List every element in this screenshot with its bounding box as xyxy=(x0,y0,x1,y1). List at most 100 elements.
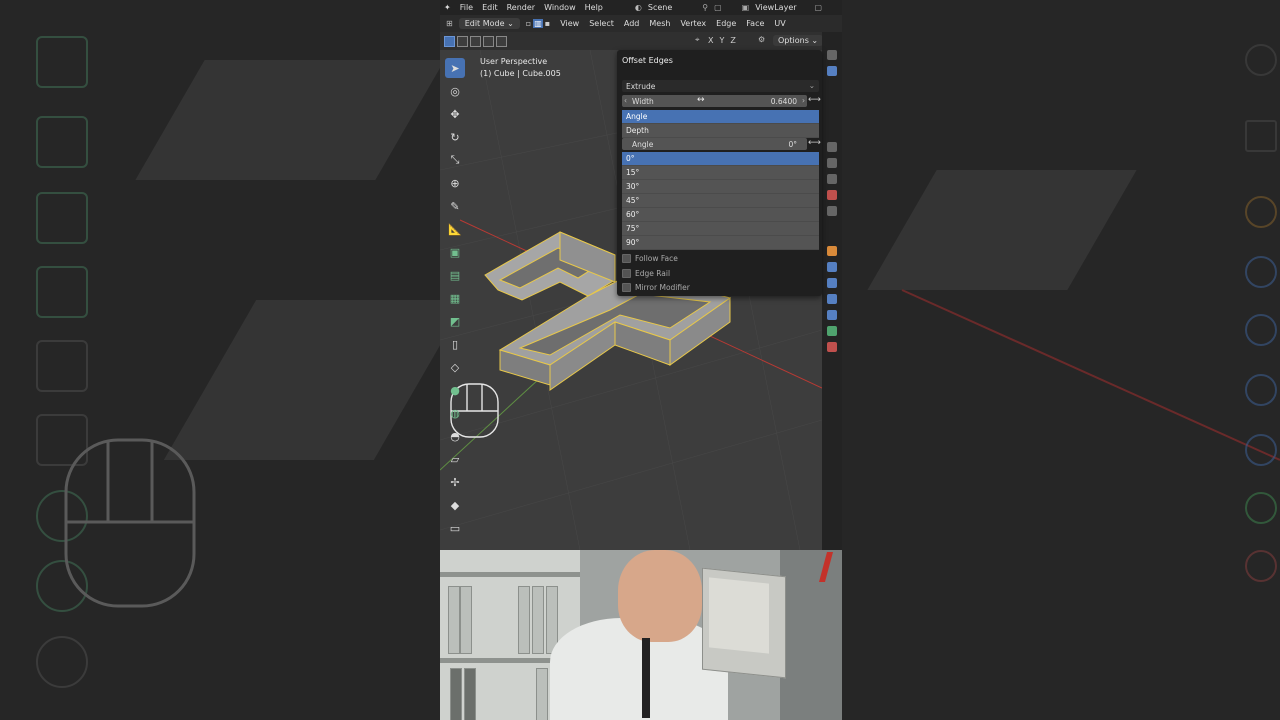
new-view-layer-icon[interactable]: ▢ xyxy=(815,3,823,12)
texture-tab-icon[interactable] xyxy=(827,206,837,216)
physics-tab-icon[interactable] xyxy=(827,294,837,304)
data-tab-icon[interactable] xyxy=(827,326,837,336)
header-add[interactable]: Add xyxy=(624,19,640,28)
bevel-tool-icon[interactable]: ◩ xyxy=(445,311,465,331)
edge-slide-tool-icon[interactable]: ▱ xyxy=(445,449,465,469)
select-invert-icon[interactable] xyxy=(483,36,494,47)
editor-type-icon[interactable]: ⊞ xyxy=(446,19,453,28)
scale-tool-icon[interactable]: ⤡ xyxy=(445,150,465,170)
angle-preset-60[interactable]: 60° xyxy=(622,208,819,222)
inset-tool-icon[interactable]: ▦ xyxy=(445,288,465,308)
mode-dropdown[interactable]: Edit Mode ⌄ xyxy=(458,18,520,29)
add-cube-tool-icon[interactable]: ▣ xyxy=(445,242,465,262)
menu-edit[interactable]: Edit xyxy=(482,3,498,12)
smooth-tool-icon[interactable]: ◓ xyxy=(445,426,465,446)
header-mesh[interactable]: Mesh xyxy=(649,19,670,28)
material-tab-icon[interactable] xyxy=(827,342,837,352)
width-link-icon[interactable]: ⟷ xyxy=(808,95,821,105)
header-view[interactable]: View xyxy=(560,19,579,28)
checkbox-box[interactable] xyxy=(622,269,631,278)
pin-icon[interactable]: ⚲ xyxy=(702,3,708,12)
scene-name[interactable]: Scene xyxy=(648,3,672,12)
checkbox-box[interactable] xyxy=(622,283,631,292)
world-tab-icon[interactable] xyxy=(827,174,837,184)
angle-preset-90[interactable]: 90° xyxy=(622,236,819,250)
select-box-tool-icon[interactable]: ➤ xyxy=(445,58,465,78)
blender-logo-icon[interactable]: ✦ xyxy=(444,3,451,12)
cursor-tool-icon[interactable]: ◎ xyxy=(445,81,465,101)
angle-preset-45[interactable]: 45° xyxy=(622,194,819,208)
header-select[interactable]: Select xyxy=(589,19,614,28)
particles-tab-icon[interactable] xyxy=(827,278,837,288)
decrement-arrow-icon[interactable]: ‹ xyxy=(624,96,627,105)
header-vertex[interactable]: Vertex xyxy=(680,19,706,28)
header-uv[interactable]: UV xyxy=(774,19,785,28)
angle-preset-75[interactable]: 75° xyxy=(622,222,819,236)
move-tool-icon[interactable]: ✥ xyxy=(445,104,465,124)
extrude-tool-icon[interactable]: ▤ xyxy=(445,265,465,285)
header-edge[interactable]: Edge xyxy=(716,19,736,28)
angle-slider[interactable]: Angle 0° xyxy=(622,138,807,150)
collection-tab-icon[interactable] xyxy=(827,190,837,200)
loop-cut-tool-icon[interactable]: ▯ xyxy=(445,334,465,354)
angle-preset-30[interactable]: 30° xyxy=(622,180,819,194)
mode-option-angle[interactable]: Angle xyxy=(622,110,819,124)
poly-build-tool-icon[interactable]: ● xyxy=(445,380,465,400)
face-select-icon[interactable]: ▪ xyxy=(545,19,550,28)
ghost-smooth-icon xyxy=(36,636,88,688)
measure-tool-icon[interactable]: 📐 xyxy=(445,219,465,239)
annotate-tool-icon[interactable]: ✎ xyxy=(445,196,465,216)
view-layer-tab-icon[interactable] xyxy=(827,142,837,152)
width-slider[interactable]: ‹ Width 0.6400 › ↔ xyxy=(622,95,807,107)
rotate-tool-icon[interactable]: ↻ xyxy=(445,127,465,147)
shear-tool-icon[interactable]: ◆ xyxy=(445,495,465,515)
view-layer-name[interactable]: ViewLayer xyxy=(755,3,796,12)
edge-select-icon[interactable]: ▥ xyxy=(533,19,543,28)
mirror-y-toggle[interactable]: Y xyxy=(719,36,724,45)
render-tab-icon[interactable] xyxy=(827,50,837,60)
transform-pivot-icon[interactable]: ⌖ xyxy=(695,35,700,45)
width-label: Width xyxy=(632,97,654,106)
output-tab-icon[interactable] xyxy=(827,66,837,76)
menu-help[interactable]: Help xyxy=(585,3,603,12)
new-scene-icon[interactable]: ▢ xyxy=(714,3,722,12)
mesh-options-icon[interactable]: ⚙ xyxy=(758,35,765,44)
angle-preset-0[interactable]: 0° xyxy=(622,152,819,166)
angle-preset-15[interactable]: 15° xyxy=(622,166,819,180)
mirror-x-toggle[interactable]: X xyxy=(708,36,713,45)
options-dropdown[interactable]: Options ⌄ xyxy=(773,35,824,46)
mirror-modifier-checkbox[interactable]: Mirror Modifier xyxy=(622,283,690,292)
increment-arrow-icon[interactable]: › xyxy=(802,96,805,105)
scene-tab-icon[interactable] xyxy=(827,158,837,168)
header-face[interactable]: Face xyxy=(746,19,764,28)
select-intersect-icon[interactable] xyxy=(496,36,507,47)
modifier-tab-icon[interactable] xyxy=(827,262,837,272)
menu-file[interactable]: File xyxy=(460,3,473,12)
shrink-tool-icon[interactable]: ✢ xyxy=(445,472,465,492)
angle-preset-list: 0° 15° 30° 45° 60° 75° 90° xyxy=(622,152,819,250)
constraints-tab-icon[interactable] xyxy=(827,310,837,320)
object-tab-icon[interactable] xyxy=(827,246,837,256)
menu-window[interactable]: Window xyxy=(544,3,576,12)
follow-face-checkbox[interactable]: Follow Face xyxy=(622,254,678,263)
transform-tool-icon[interactable]: ⊕ xyxy=(445,173,465,193)
checkbox-box[interactable] xyxy=(622,254,631,263)
vertex-select-icon[interactable]: ▫ xyxy=(526,19,531,28)
select-new-icon[interactable] xyxy=(444,36,455,47)
select-extend-icon[interactable] xyxy=(457,36,468,47)
select-subtract-icon[interactable] xyxy=(470,36,481,47)
shelf-board xyxy=(440,572,580,577)
menu-render[interactable]: Render xyxy=(507,3,535,12)
knife-tool-icon[interactable]: ◇ xyxy=(445,357,465,377)
mirror-z-toggle[interactable]: Z xyxy=(730,36,735,45)
spin-tool-icon[interactable]: ◍ xyxy=(445,403,465,423)
scene-icon[interactable]: ◐ xyxy=(635,3,642,12)
mirror-modifier-label: Mirror Modifier xyxy=(635,283,690,292)
angle-link-icon[interactable]: ⟷ xyxy=(808,138,821,148)
mode-option-depth[interactable]: Depth xyxy=(622,124,819,138)
view-layer-icon[interactable]: ▣ xyxy=(742,3,750,12)
geometry-mode-dropdown[interactable]: Extrude ⌄ xyxy=(622,80,819,92)
rip-tool-icon[interactable]: ▭ xyxy=(445,518,465,538)
edge-rail-checkbox[interactable]: Edge Rail xyxy=(622,269,670,278)
edge-rail-label: Edge Rail xyxy=(635,269,671,278)
